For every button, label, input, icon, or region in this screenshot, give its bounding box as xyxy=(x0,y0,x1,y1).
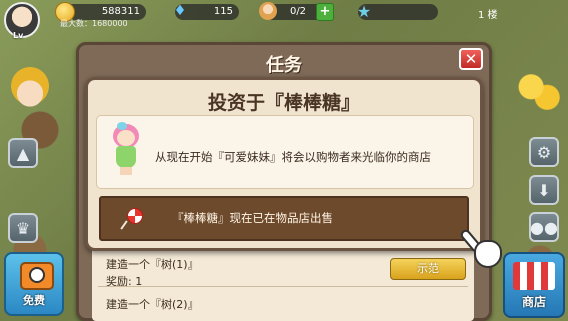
task-name: 建造一个『树(2)』 xyxy=(106,298,199,311)
task-name: 建造一个『树(1)』 xyxy=(106,258,199,271)
floor-down-button[interactable]: ⬇ xyxy=(529,175,559,205)
intro-box: 从现在开始『可爱妹妹』将会以购物者来光临你的商店 xyxy=(96,115,474,189)
camera-button[interactable]: 免费 xyxy=(4,252,64,316)
arrow-down-icon: ⬇ xyxy=(537,180,551,200)
max-gold-label: 最大数：1680000 xyxy=(60,19,128,28)
lollipop-icon xyxy=(127,208,143,224)
lollipop-stick xyxy=(120,220,128,230)
close-icon: ✕ xyxy=(464,50,478,68)
floor-label: 1 楼 xyxy=(478,10,498,21)
shop-label: 商店 xyxy=(521,295,546,309)
triangle-up-icon: ▲ xyxy=(16,143,30,163)
collapse-up-button[interactable]: ▲ xyxy=(8,138,38,168)
player-avatar[interactable]: Lv xyxy=(4,2,40,40)
npc-girl[interactable] xyxy=(10,66,50,116)
invest-title: 投资于『棒棒糖』 xyxy=(207,92,360,114)
demo-button[interactable]: 示范 xyxy=(390,258,466,280)
gear-icon: ⚙ xyxy=(536,142,552,162)
top-hud: Lv 588311 最大数：1680000 115 ♦ 0/2 + ★ 1 楼 xyxy=(0,0,568,40)
friends-button[interactable]: ●● xyxy=(529,212,559,242)
trophy-icon: ♛ xyxy=(15,218,31,238)
task-divider xyxy=(98,286,468,287)
visitor-icon xyxy=(259,2,277,20)
sale-text: 『棒棒糖』现在已在物品店出售 xyxy=(172,211,333,225)
trophy-button[interactable]: ♛ xyxy=(8,213,38,243)
task-panel-title: 任务 xyxy=(266,55,302,76)
shop-button[interactable]: 商店 xyxy=(503,252,565,318)
intro-text: 从现在开始『可爱妹妹』将会以购物者来光临你的商店 xyxy=(155,150,431,164)
camera-free-label: 免费 xyxy=(23,294,45,307)
star-icon: ★ xyxy=(356,1,372,21)
avatar-level: Lv xyxy=(13,31,24,40)
shop-icon xyxy=(513,262,555,290)
settings-button[interactable]: ⚙ xyxy=(529,137,559,167)
sale-box: 『棒棒糖』现在已在物品店出售 xyxy=(99,196,469,241)
camera-icon xyxy=(20,262,54,290)
gem-icon: ♦ xyxy=(173,3,187,19)
invest-popup[interactable]: 投资于『棒棒糖』 从现在开始『可爱妹妹』将会以购物者来光临你的商店 『棒棒糖』现… xyxy=(85,77,483,251)
pointer-hand-icon xyxy=(458,226,506,274)
people-icon: ●● xyxy=(530,217,558,237)
close-button[interactable]: ✕ xyxy=(459,48,483,70)
task-list: 建造一个『树(1)』 奖励: 1 示范 建造一个『树(2)』 xyxy=(92,246,474,321)
coins-pile[interactable] xyxy=(515,70,561,112)
add-visitor-button[interactable]: + xyxy=(316,3,334,21)
cute-girl-avatar xyxy=(111,122,141,176)
